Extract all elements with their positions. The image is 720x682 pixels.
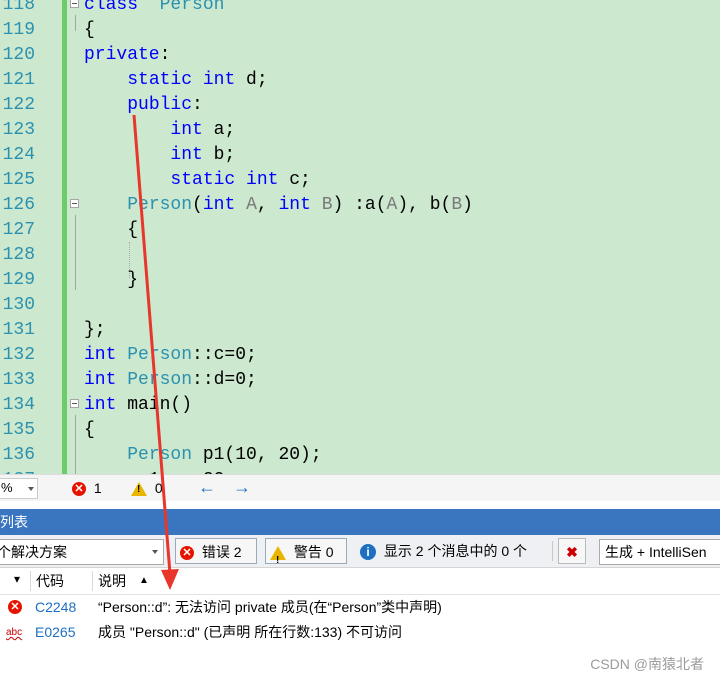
- error-icon: ✕: [180, 546, 194, 561]
- chevron-down-icon: [152, 550, 158, 554]
- chevron-down-icon: [28, 487, 34, 491]
- watermark: CSDN @南猿北者: [590, 656, 704, 672]
- scope-dropdown[interactable]: 个解决方案: [0, 539, 164, 565]
- error-icon: ✕: [72, 482, 86, 497]
- warnings-filter-button[interactable]: 警告 0: [265, 538, 347, 574]
- column-header-description[interactable]: 说明: [98, 568, 126, 594]
- navigate-back-button[interactable]: ←: [198, 477, 216, 498]
- warning-icon: [131, 482, 147, 497]
- warning-icon: [270, 546, 286, 574]
- warning-count: 0: [154, 480, 163, 496]
- warnings-filter-label: 警告 0: [293, 544, 334, 560]
- scope-value: 个解决方案: [0, 544, 67, 560]
- annotation-arrow-layer: [0, 0, 720, 474]
- column-filter-icon[interactable]: ▾: [14, 566, 20, 592]
- error-code[interactable]: E0265: [35, 620, 75, 645]
- error-code[interactable]: C2248: [35, 595, 76, 620]
- error-row[interactable]: abc E0265 成员 "Person::d" (已声明 所在行数:133) …: [0, 620, 720, 645]
- error-count: 1: [93, 480, 102, 496]
- zoom-value: %: [1, 480, 13, 495]
- column-separator: [92, 571, 93, 591]
- error-row[interactable]: ✕ C2248 “Person::d”: 无法访问 private 成员(在“P…: [0, 595, 720, 620]
- clear-filter-button[interactable]: ✖: [558, 538, 586, 564]
- panel-title: 列表: [0, 514, 28, 530]
- intellisense-error-icon: abc: [6, 627, 23, 638]
- editor-status-bar: % ✕ 1 0 ← →: [0, 474, 720, 501]
- toolbar-separator: [552, 541, 553, 561]
- build-filter-value: 生成 + IntelliSen: [605, 544, 707, 560]
- messages-filter-label: 显示 2 个消息中的 0 个: [383, 543, 528, 559]
- error-description: “Person::d”: 无法访问 private 成员(在“Person”类中…: [98, 599, 442, 615]
- info-icon: i: [360, 544, 376, 561]
- error-icon: ✕: [8, 600, 22, 614]
- column-separator: [30, 571, 31, 591]
- errors-filter-button[interactable]: ✕ 错误 2: [175, 538, 257, 564]
- errors-filter-label: 错误 2: [201, 544, 242, 560]
- error-description: 成员 "Person::d" (已声明 所在行数:133) 不可访问: [98, 624, 402, 640]
- zoom-dropdown[interactable]: %: [0, 478, 38, 499]
- column-header-code[interactable]: 代码: [36, 568, 64, 594]
- messages-filter-button[interactable]: i 显示 2 个消息中的 0 个: [360, 538, 527, 564]
- error-list-title-bar: 列表: [0, 509, 720, 535]
- sort-ascending-icon: ▲: [139, 575, 149, 586]
- error-list-toolbar: 个解决方案 ✕ 错误 2 警告 0 i 显示 2 个消息中的 0 个 ✖ 生成 …: [0, 535, 720, 574]
- navigate-forward-button[interactable]: →: [233, 477, 251, 498]
- warning-count-indicator[interactable]: 0: [131, 480, 163, 497]
- code-editor[interactable]: 118 class Person 119{120 private: 121 static…: [0, 0, 720, 474]
- error-list-header: ▾ 代码 说明 ▲: [0, 568, 720, 595]
- error-count-indicator[interactable]: ✕ 1: [72, 480, 102, 497]
- filter-clear-icon: ✖: [566, 544, 578, 560]
- build-intellisense-dropdown[interactable]: 生成 + IntelliSen: [599, 539, 720, 565]
